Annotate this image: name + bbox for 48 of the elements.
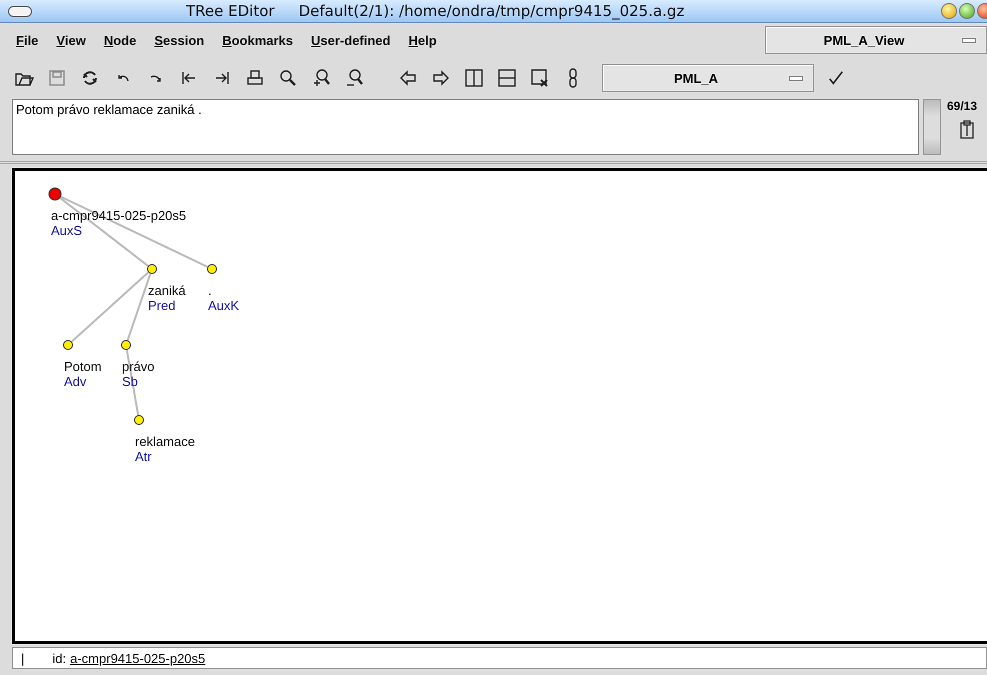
menu-item[interactable]: File	[16, 32, 38, 48]
function-label: Atr	[135, 449, 153, 464]
node-label: reklamace	[135, 434, 195, 449]
left-arrow-icon[interactable]	[398, 68, 418, 88]
node-label: .	[208, 283, 213, 298]
tree-node[interactable]	[207, 264, 217, 274]
function-label: Adv	[64, 374, 88, 389]
node-label: a-cmpr9415-025-p20s5	[51, 208, 186, 223]
tree-counter: 69/13	[947, 99, 978, 113]
node-label: zaniká	[148, 283, 186, 298]
scroll-bar[interactable]	[923, 99, 941, 155]
menu-item[interactable]: Help	[408, 32, 437, 48]
columns-icon[interactable]	[464, 68, 484, 88]
node-label: právo	[122, 359, 155, 374]
sentence-text: Potom právo reklamace zaniká .	[12, 99, 919, 155]
search-icon[interactable]	[278, 68, 298, 88]
node-label: Potom	[64, 359, 102, 374]
app-name: TRee EDitor	[186, 2, 275, 20]
status-cursor: |	[21, 650, 24, 666]
maximize-button[interactable]	[959, 3, 975, 19]
id-link[interactable]: a-cmpr9415-025-p20s5	[70, 650, 206, 666]
zoom-in-icon[interactable]	[311, 68, 331, 88]
window-title: Default(2/1): /home/ondra/tmp/cmpr9415_025.a.gz	[298, 2, 684, 20]
right-arrow-icon[interactable]	[431, 68, 451, 88]
minimize-button[interactable]	[941, 3, 957, 19]
id-label: id:	[52, 650, 66, 666]
menu-item[interactable]: Bookmarks	[222, 32, 294, 48]
clipboard-icon[interactable]	[959, 119, 975, 139]
check-icon[interactable]	[827, 69, 845, 87]
menu-item[interactable]: View	[56, 32, 86, 48]
tree-node[interactable]	[147, 264, 157, 274]
menu-item[interactable]: Node	[104, 32, 136, 48]
tree-node[interactable]	[63, 340, 73, 350]
tree-node[interactable]	[134, 415, 144, 425]
close-window-icon[interactable]	[530, 68, 550, 88]
model-dropdown[interactable]: PML_A	[602, 64, 814, 92]
function-label: AuxK	[208, 298, 240, 313]
rows-icon[interactable]	[497, 68, 517, 88]
menu-item[interactable]: User-defined	[311, 32, 390, 48]
zoom-out-icon[interactable]	[344, 68, 364, 88]
window-menu-icon[interactable]	[8, 6, 32, 16]
function-label: AuxS	[51, 223, 84, 238]
tree-node[interactable]	[121, 340, 131, 350]
view-dropdown[interactable]: PML_A_View	[765, 26, 987, 54]
tree-node[interactable]	[48, 188, 62, 200]
function-label: Pred	[148, 298, 176, 313]
menu-item[interactable]: Session	[154, 32, 204, 48]
function-label: Sb	[122, 374, 139, 389]
